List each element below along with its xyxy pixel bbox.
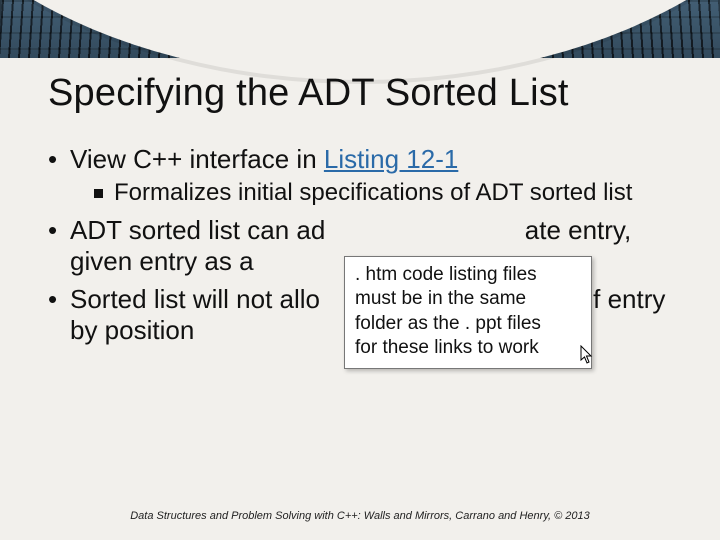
sub-bullet-1: Formalizes initial specifications of ADT… [92, 179, 672, 207]
bullet-1-text: View C++ interface in [70, 144, 324, 174]
tooltip-note: . htm code listing files must be in the … [344, 256, 592, 369]
mouse-cursor-icon [580, 345, 594, 365]
tooltip-line-1: . htm code listing files [355, 263, 581, 287]
sub-bullet-list: Formalizes initial specifications of ADT… [92, 179, 672, 207]
tooltip-line-4: for these links to work [355, 336, 581, 360]
bullet-1: View C++ interface in Listing 12-1 Forma… [48, 144, 672, 207]
footer-citation: Data Structures and Problem Solving with… [0, 510, 720, 522]
listing-12-1-link[interactable]: Listing 12-1 [324, 144, 458, 174]
tooltip-line-2: must be in the same [355, 287, 581, 311]
slide-title: Specifying the ADT Sorted List [48, 72, 680, 115]
tooltip-line-3: folder as the . ppt files [355, 312, 581, 336]
bullet-3-line1: Sorted list will not allo [70, 284, 320, 314]
bullet-2-line1: ADT sorted list can ad [70, 215, 325, 245]
slide: Specifying the ADT Sorted List View C++ … [0, 0, 720, 540]
